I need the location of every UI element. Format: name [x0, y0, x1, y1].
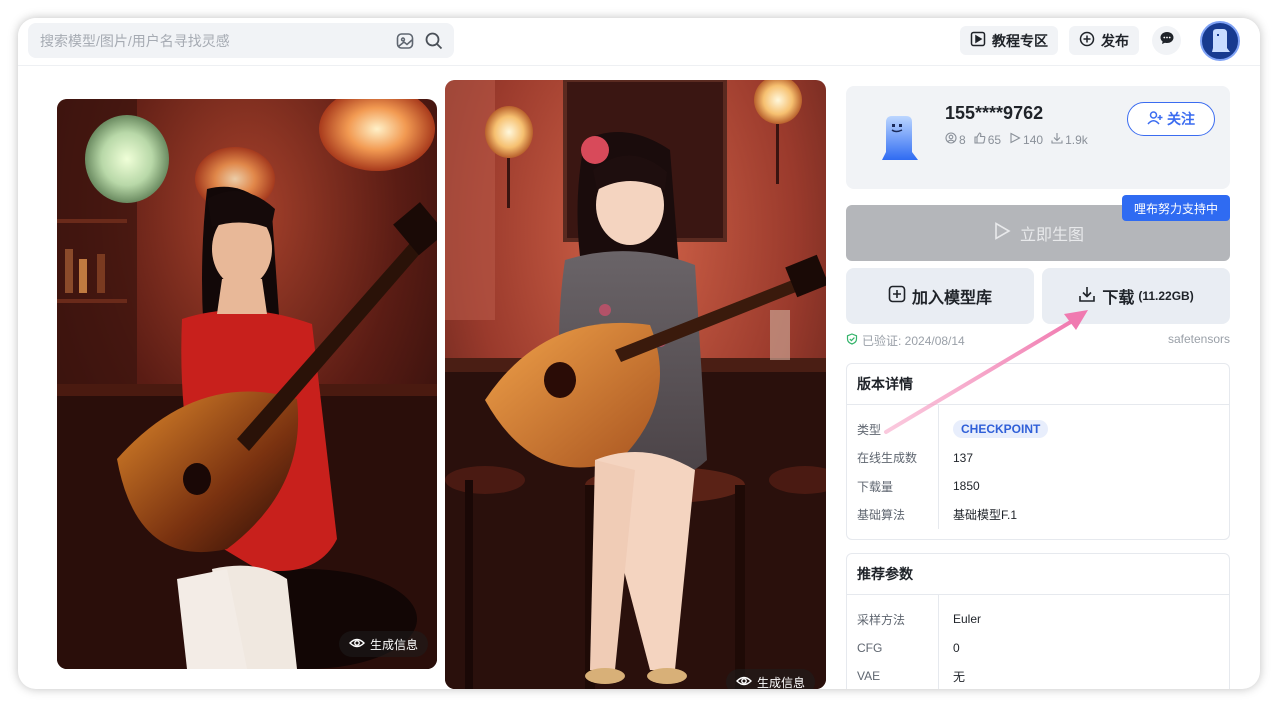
user-avatar[interactable]: [1200, 21, 1240, 61]
tutorial-label: 教程专区: [992, 32, 1048, 49]
follow-button[interactable]: 关注: [1127, 102, 1215, 136]
plus-circle-icon: [1079, 31, 1095, 50]
gallery-image-1[interactable]: 生成信息: [57, 99, 437, 669]
gen-info-label: 生成信息: [757, 675, 806, 690]
generate-now-label: 立即生图: [1019, 227, 1084, 244]
support-badge: 哩布努力支持中: [1122, 195, 1230, 221]
eye-icon: [349, 637, 365, 652]
gen-info-button[interactable]: 生成信息: [339, 631, 429, 657]
stat-runs: 140: [1009, 132, 1043, 147]
play-square-icon: [970, 31, 986, 50]
author-card: 155****9762 8 65 140 1.9k 关注: [846, 86, 1230, 189]
download-size: (11.22GB): [1138, 289, 1194, 303]
file-format: safetensors: [1167, 332, 1230, 346]
table-row: 在线生成数 137: [857, 450, 974, 466]
author-stats: 8 65 140 1.9k: [945, 132, 1088, 147]
eye-icon: [736, 675, 752, 690]
user-plus-icon: [1147, 110, 1163, 129]
version-details-panel: 版本详情 类型 CHECKPOINT 在线生成数 137 下载量 1850 基础算法基…: [846, 363, 1230, 540]
download-icon: [1051, 132, 1063, 147]
gallery-image-2[interactable]: 生成信息: [445, 80, 826, 689]
play-icon: [1009, 132, 1021, 147]
top-bar: 教程专区 发布: [18, 18, 1260, 66]
app-window: 教程专区 发布: [18, 18, 1260, 689]
table-row: 采样方法 Euler: [857, 612, 982, 627]
search-input[interactable]: [40, 23, 370, 58]
shield-check-icon: [846, 333, 858, 348]
recommended-params-panel: 推荐参数 采样方法 Euler CFG 0 VAE 无: [846, 553, 1230, 689]
download-button[interactable]: 下载 (11.22GB): [1042, 268, 1230, 324]
follow-label: 关注: [1167, 111, 1195, 127]
divider: [938, 595, 939, 689]
recommended-params-title: 推荐参数: [847, 554, 1229, 595]
version-details-table: 类型 CHECKPOINT 在线生成数 137 下载量 1850 基础算法 基础模型F.…: [847, 405, 1229, 529]
table-row: 基础算法 基础模型F.1: [857, 508, 1018, 523]
user-circle-icon: [945, 132, 957, 147]
tutorial-button[interactable]: 教程专区: [960, 26, 1058, 55]
table-row: VAE 无: [857, 669, 966, 684]
gen-info-button[interactable]: 生成信息: [726, 669, 816, 690]
stat-likes: 65: [974, 132, 1001, 147]
table-row: CFG 0: [857, 640, 960, 655]
publish-label: 发布: [1101, 32, 1129, 49]
verify-row: 已验证: 2024/08/14 safetensors: [846, 332, 1230, 349]
gen-info-label: 生成信息: [370, 637, 419, 652]
stat-followers: 8: [945, 132, 966, 147]
table-row: 下载量 1850: [857, 479, 980, 494]
author-name[interactable]: 155****9762: [945, 103, 1043, 124]
recommended-params-table: 采样方法 Euler CFG 0 VAE 无: [847, 595, 1229, 689]
thumb-up-icon: [974, 132, 986, 147]
play-outline-icon: [992, 221, 1012, 246]
stat-downloads: 1.9k: [1051, 132, 1088, 147]
plus-square-icon: [888, 285, 906, 308]
search-icon[interactable]: [424, 31, 444, 51]
publish-button[interactable]: 发布: [1069, 26, 1139, 55]
add-to-library-label: 加入模型库: [911, 290, 992, 307]
image-search-icon[interactable]: [395, 31, 415, 51]
add-to-library-button[interactable]: 加入模型库: [846, 268, 1034, 324]
type-tag: CHECKPOINT: [953, 420, 1049, 439]
verified-date: 已验证: 2024/08/14: [862, 334, 965, 348]
download-label: 下载: [1102, 290, 1135, 307]
author-avatar[interactable]: [880, 114, 920, 169]
divider: [938, 405, 939, 529]
search-bar[interactable]: [28, 23, 454, 58]
download-tray-icon: [1078, 285, 1096, 308]
chat-bubble-icon: [1159, 30, 1175, 51]
version-details-title: 版本详情: [847, 364, 1229, 405]
verified-info: 已验证: 2024/08/14: [846, 332, 965, 349]
table-row: 类型 CHECKPOINT: [847, 415, 1229, 444]
message-button[interactable]: [1152, 26, 1181, 55]
